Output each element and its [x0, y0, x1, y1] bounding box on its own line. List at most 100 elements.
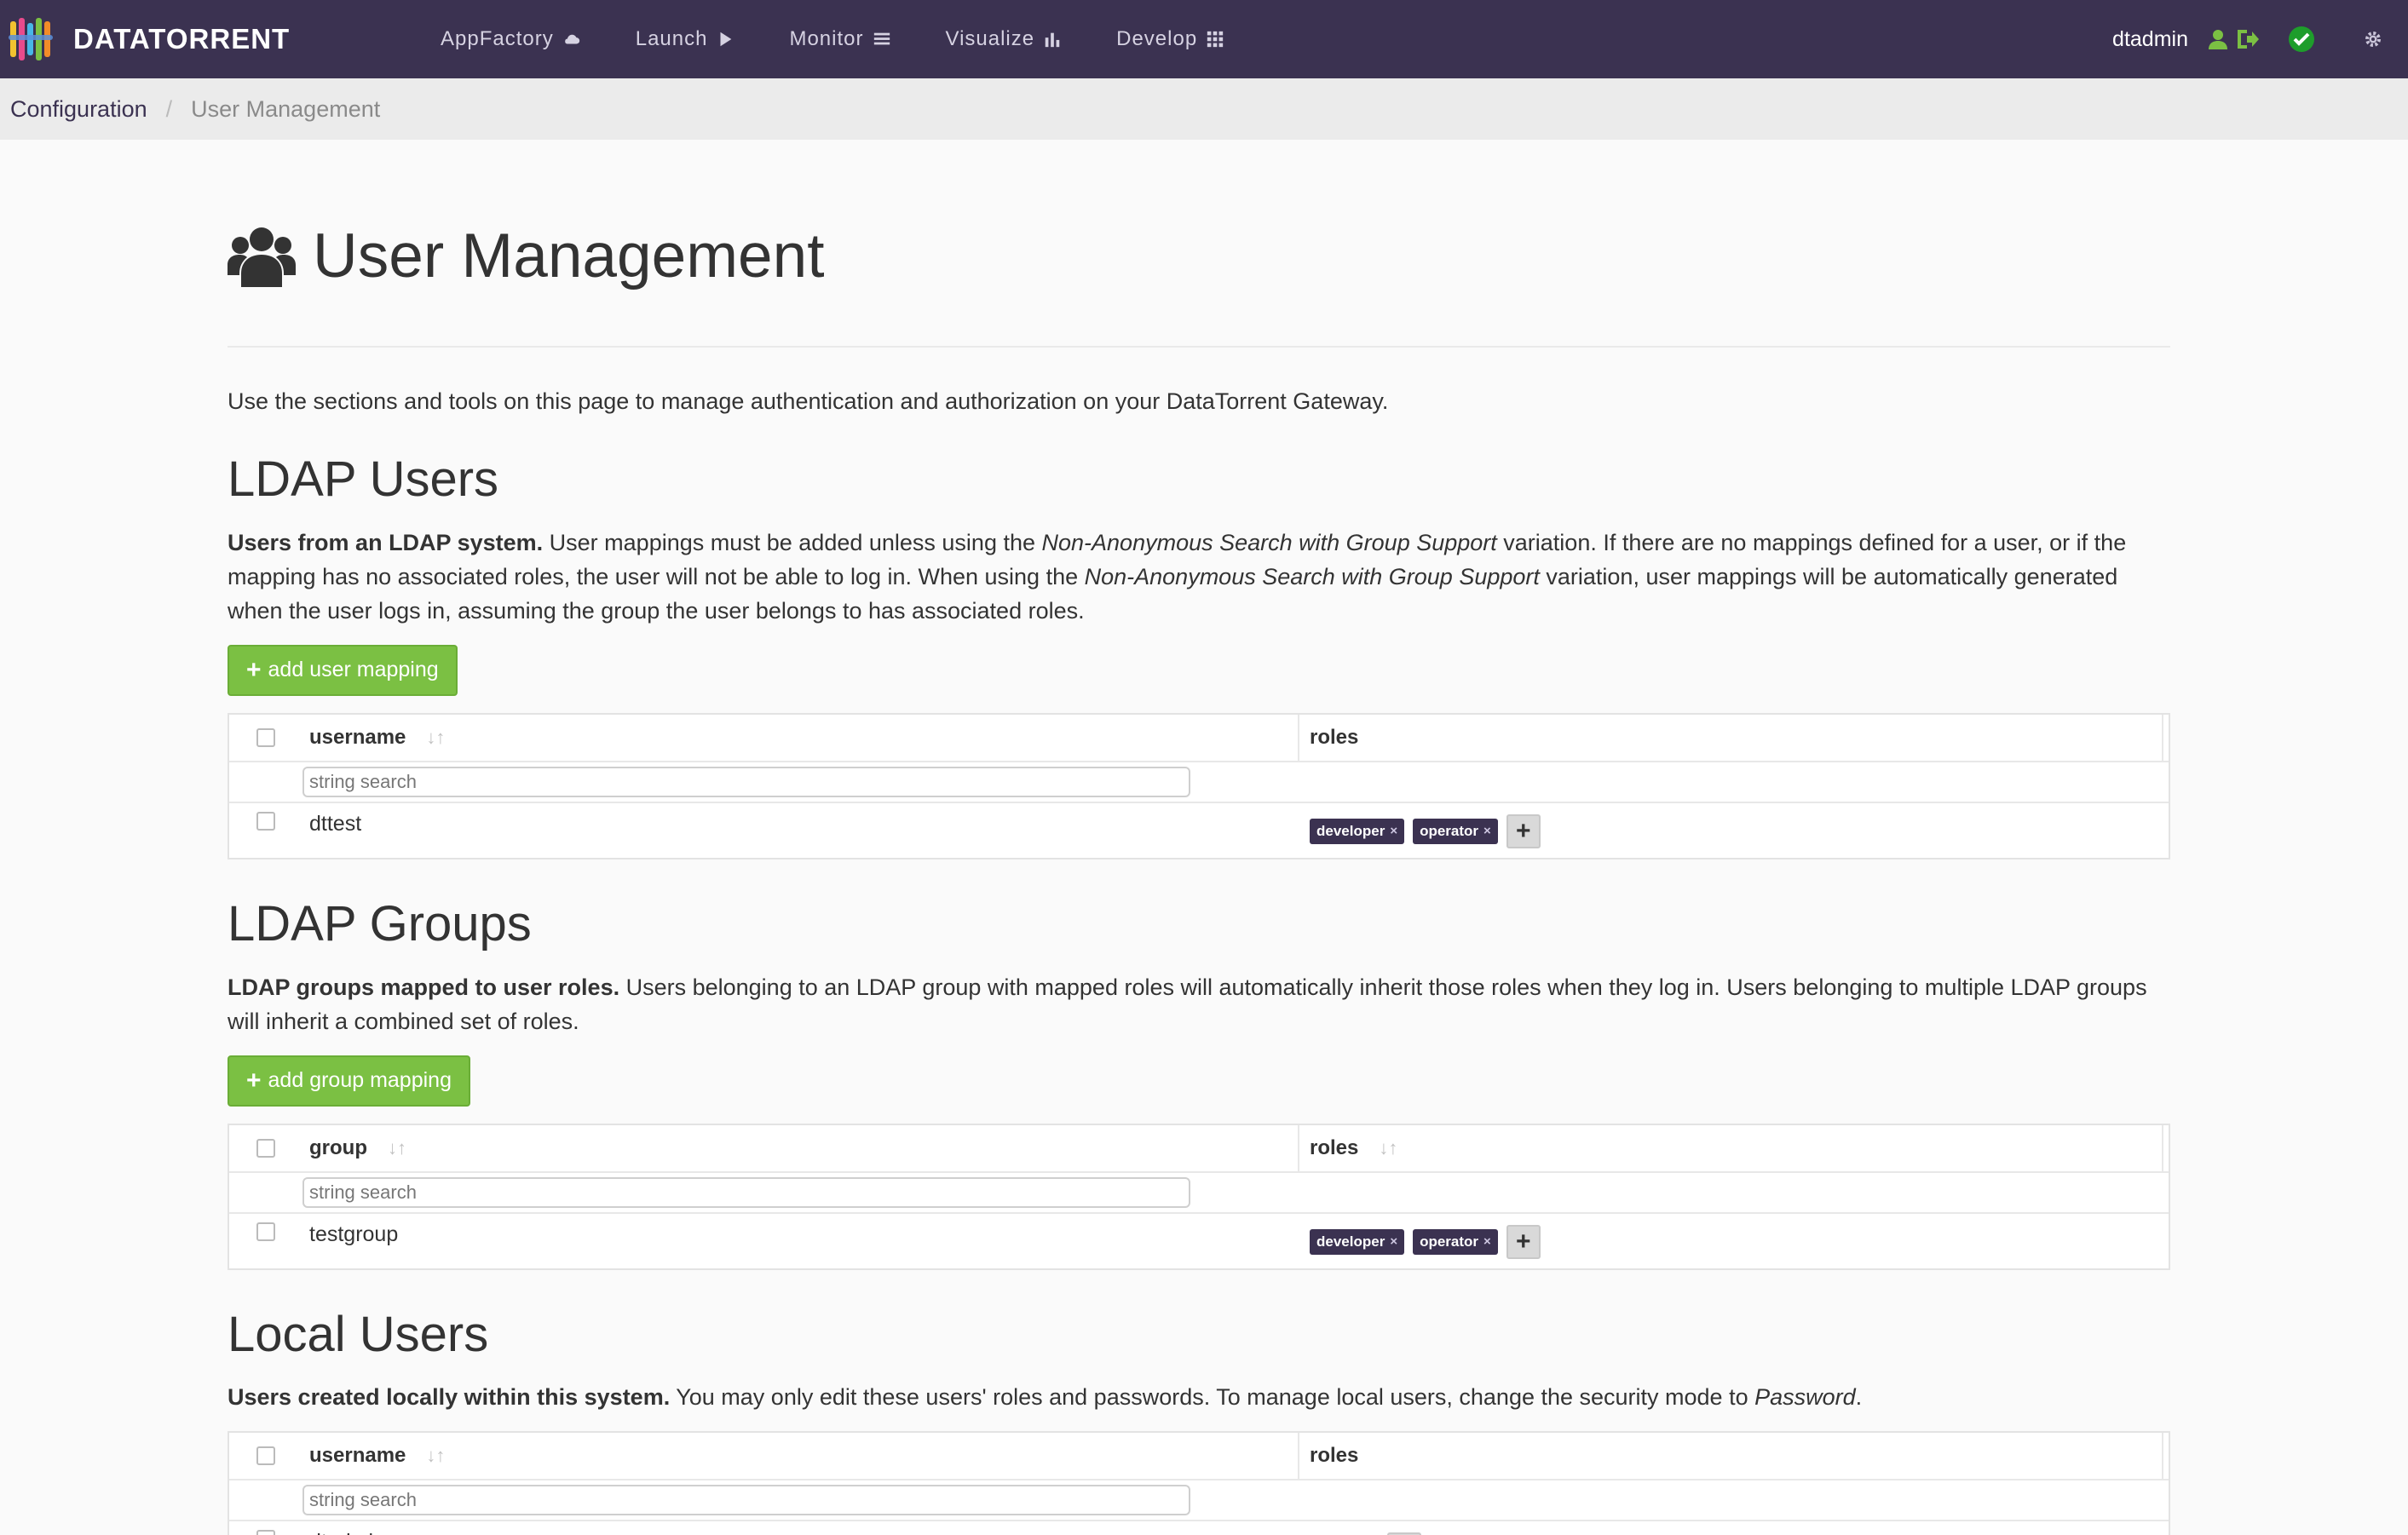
role-tag-label: operator: [1420, 1233, 1479, 1250]
breadcrumb-configuration[interactable]: Configuration: [10, 96, 147, 123]
local-users-description: Users created locally within this system…: [228, 1380, 2170, 1414]
plus-icon: +: [246, 655, 262, 684]
ldap-users-desc-bold: Users from an LDAP system.: [228, 529, 544, 555]
gear-icon[interactable]: [2359, 25, 2388, 54]
ldap-users-table: username ↓↑ roles dttest developer × oper…: [228, 712, 2170, 859]
role-tag-operator[interactable]: operator ×: [1413, 818, 1498, 844]
roles-filter-cell: [1299, 1480, 2163, 1520]
page-title: User Management: [313, 221, 825, 290]
username-filter-cell: [302, 1480, 1299, 1520]
role-tag-developer[interactable]: developer ×: [1310, 1228, 1405, 1255]
username-search-input[interactable]: [302, 1485, 1190, 1516]
nav-develop[interactable]: Develop: [1116, 27, 1224, 51]
list-icon: [873, 32, 890, 45]
filter-spacer: [229, 1480, 302, 1520]
role-tag-developer[interactable]: developer ×: [1310, 818, 1405, 844]
filter-spacer: [229, 762, 302, 802]
nav-launch[interactable]: Launch: [636, 27, 735, 51]
role-tag-label: developer: [1316, 822, 1385, 839]
roles-column-header: roles: [1299, 714, 2163, 761]
username-filter-cell: [302, 762, 1299, 802]
roles-filter-cell: [1299, 762, 2163, 802]
roles-header-label: roles: [1310, 1135, 1359, 1159]
current-user[interactable]: dtadmin: [2112, 27, 2188, 52]
row-checkbox[interactable]: [256, 811, 275, 831]
add-group-mapping-button[interactable]: + add group mapping: [228, 1055, 470, 1107]
nav-visualize[interactable]: Visualize: [946, 27, 1063, 51]
table-header-row: group ↓↑ roles ↓↑: [229, 1124, 2169, 1173]
ldap-users-desc-em: Non-Anonymous Search with Group Support: [1041, 529, 1497, 555]
status-check-icon[interactable]: [2287, 25, 2316, 54]
local-users-desc-text: You may only edit these users' roles and…: [670, 1384, 1755, 1411]
nav-launch-label: Launch: [635, 27, 708, 50]
select-all-checkbox[interactable]: [256, 1138, 275, 1158]
breadcrumb-current: User Management: [191, 95, 381, 122]
nav-monitor-label: Monitor: [789, 27, 864, 50]
ldap-groups-description: LDAP groups mapped to user roles. Users …: [228, 970, 2170, 1038]
group-search-input[interactable]: [302, 1176, 1190, 1208]
local-users-desc-em: Password: [1754, 1384, 1856, 1411]
group-header-label: group: [309, 1135, 367, 1159]
main-content: User Management Use the sections and too…: [228, 140, 2170, 1535]
roles-cell: developer × operator × +: [1299, 803, 2163, 858]
sort-icon[interactable]: ↓↑: [426, 1445, 445, 1467]
roles-cell: developer × operator × +: [1299, 1214, 2163, 1268]
user-icon[interactable]: [2203, 25, 2232, 54]
local-users-heading: Local Users: [228, 1306, 489, 1362]
add-group-mapping-label: add group mapping: [268, 1068, 452, 1093]
add-role-button[interactable]: +: [1506, 813, 1541, 848]
breadcrumb-separator: /: [165, 95, 173, 122]
top-navbar: DATATORRENT AppFactory Launch Monitor Vi…: [0, 0, 2408, 78]
nav-appfactory[interactable]: AppFactory: [441, 27, 581, 51]
nav-develop-label: Develop: [1116, 27, 1198, 50]
row-select-cell: [229, 1214, 302, 1268]
ldap-users-description: Users from an LDAP system. User mappings…: [228, 526, 2170, 628]
brand-name: DATATORRENT: [73, 23, 291, 55]
username-cell: dttest: [302, 803, 1299, 858]
ldap-groups-heading: LDAP Groups: [228, 895, 532, 951]
users-icon: [228, 227, 296, 287]
select-all-checkbox[interactable]: [256, 1446, 275, 1466]
group-filter-cell: [302, 1173, 1299, 1212]
grid-icon: [1207, 31, 1224, 48]
remove-role-icon[interactable]: ×: [1483, 824, 1491, 838]
table-header-row: username ↓↑ roles: [229, 714, 2169, 762]
role-tag-operator[interactable]: operator ×: [1413, 1228, 1498, 1255]
ldap-users-desc-text: User mappings must be added unless using…: [543, 529, 1042, 555]
sort-icon[interactable]: ↓↑: [1379, 1137, 1397, 1159]
username-header-label: username: [309, 725, 406, 749]
table-row: dtadmin admin× +: [229, 1521, 2169, 1535]
group-value: testgroup: [309, 1222, 399, 1246]
select-all-cell: [229, 1433, 302, 1479]
add-user-mapping-button[interactable]: + add user mapping: [228, 644, 458, 696]
filter-spacer: [229, 1173, 302, 1212]
logout-icon[interactable]: [2232, 25, 2261, 54]
roles-header-label: roles: [1310, 725, 1359, 749]
row-checkbox[interactable]: [256, 1530, 275, 1535]
roles-filter-cell: [1299, 1173, 2163, 1212]
role-tag-label: developer: [1316, 1233, 1385, 1250]
brand[interactable]: DATATORRENT: [9, 0, 290, 78]
nav-monitor[interactable]: Monitor: [789, 27, 890, 51]
page-intro: Use the sections and tools on this page …: [228, 388, 1389, 414]
remove-role-icon[interactable]: ×: [1390, 824, 1397, 838]
select-all-checkbox[interactable]: [256, 727, 275, 747]
sort-icon[interactable]: ↓↑: [388, 1137, 406, 1159]
ldap-groups-table: group ↓↑ roles ↓↑ testgroup developer × o…: [228, 1123, 2170, 1270]
nav-user-area: dtadmin: [2112, 0, 2408, 78]
row-checkbox[interactable]: [256, 1222, 275, 1241]
main-nav: AppFactory Launch Monitor Visualize Deve…: [441, 0, 1279, 78]
sort-icon[interactable]: ↓↑: [426, 727, 445, 749]
table-row: testgroup developer × operator × +: [229, 1214, 2169, 1268]
remove-role-icon[interactable]: ×: [1483, 1234, 1491, 1249]
add-role-button[interactable]: +: [1506, 1224, 1541, 1259]
remove-role-icon[interactable]: ×: [1390, 1234, 1397, 1249]
group-column-header: group ↓↑: [302, 1124, 1299, 1171]
roles-column-header: roles ↓↑: [1299, 1124, 2163, 1171]
table-row: dttest developer × operator × +: [229, 803, 2169, 858]
username-search-input[interactable]: [302, 766, 1190, 797]
ldap-users-heading: LDAP Users: [228, 451, 499, 507]
select-all-cell: [229, 1125, 302, 1171]
ldap-users-desc-em: Non-Anonymous Search with Group Support: [1084, 563, 1540, 589]
username-column-header: username ↓↑: [302, 1433, 1299, 1480]
